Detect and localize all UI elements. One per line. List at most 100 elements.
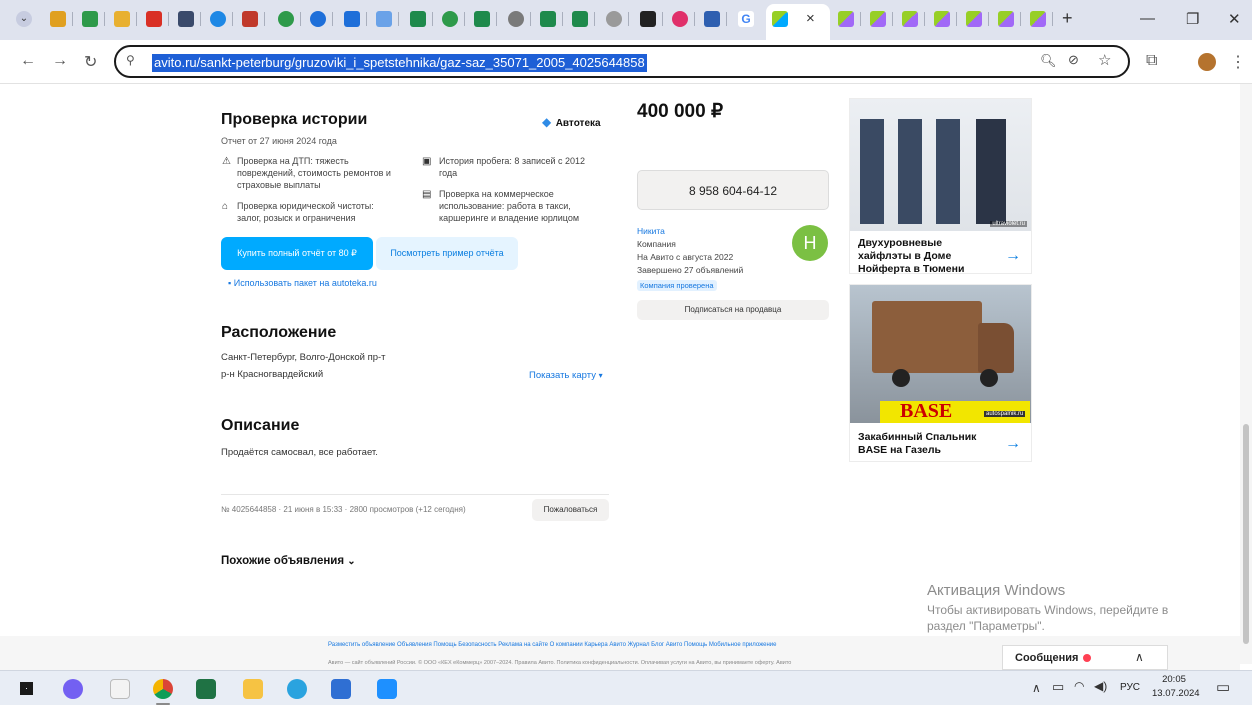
eye-off-icon[interactable]: ⊘ (1068, 52, 1079, 68)
mileage-icon: ▣ (422, 156, 432, 167)
chrome-icon[interactable] (153, 679, 173, 699)
similar-ads-toggle[interactable]: Похожие объявления ⌄ (221, 555, 356, 567)
report-button[interactable]: Пожаловаться (532, 499, 609, 521)
bookmark-star-icon[interactable]: ☆ (1098, 51, 1111, 69)
tab-favicon-avito-2[interactable] (838, 11, 854, 27)
tab-favicon-avito-6[interactable] (966, 11, 982, 27)
tab-favicon-8[interactable] (278, 11, 294, 27)
tab-favicon-10[interactable] (344, 11, 360, 27)
ad-card-1[interactable]: ultraviolet.ru Двухуровневые хайфлэты в … (849, 98, 1032, 275)
tab-favicon-19[interactable] (640, 11, 656, 27)
tab-favicon-15[interactable] (508, 11, 524, 27)
page-scrollbar[interactable] (1240, 84, 1252, 664)
scrollbar-thumb[interactable] (1243, 424, 1249, 644)
restore-button[interactable]: ❐ (1186, 10, 1199, 28)
tab-favicon-5[interactable] (178, 11, 194, 27)
forward-icon[interactable]: → (52, 52, 68, 70)
tab-favicon-13[interactable] (442, 11, 458, 27)
tab-favicon-6[interactable] (210, 11, 226, 27)
price: 400 000 ₽ (637, 101, 724, 122)
start-icon[interactable] (20, 682, 33, 695)
tab-favicon-2[interactable] (82, 11, 98, 27)
tab-favicon-avito-3[interactable] (870, 11, 886, 27)
location-address-line2: р-н Красногвардейский (221, 369, 324, 380)
history-date: Отчет от 27 июня 2024 года (221, 136, 337, 146)
extensions-icon[interactable]: ⧉ (1146, 52, 1157, 70)
tab-favicon-3[interactable] (114, 11, 130, 27)
tab-favicon-9[interactable] (310, 11, 326, 27)
footer-links-text[interactable]: Разместить объявление Объявления Помощь … (328, 642, 776, 648)
language-indicator[interactable]: РУС (1120, 682, 1140, 693)
tab-favicon-avito-4[interactable] (902, 11, 918, 27)
chevron-up-icon[interactable]: ∧ (1135, 650, 1144, 664)
tab-favicon-21[interactable] (704, 11, 720, 27)
phone-button[interactable]: 8 958 604-64-12 (637, 170, 829, 210)
active-tab-favicon (772, 11, 788, 27)
tab-favicon-4[interactable] (146, 11, 162, 27)
reload-icon[interactable]: ↻ (84, 52, 97, 72)
history-title: Проверка истории (221, 111, 368, 128)
sample-report-button[interactable]: Посмотреть пример отчёта (376, 237, 518, 270)
show-map-link[interactable]: Показать карту ▾ (529, 370, 603, 381)
active-tab[interactable]: × (766, 4, 830, 40)
subscribe-button[interactable]: Подписаться на продавца (637, 300, 829, 320)
site-settings-icon[interactable]: ⚲ (126, 53, 135, 67)
tab-favicon-1[interactable] (50, 11, 66, 27)
legal-icon: ⌂ (222, 201, 229, 212)
tab-favicon-12[interactable] (410, 11, 426, 27)
activation-title: Активация Windows (927, 582, 1066, 599)
tab-favicon-avito-8[interactable] (1030, 11, 1046, 27)
ad-image-caption: ultraviolet.ru (990, 221, 1027, 227)
close-window-button[interactable]: ✕ (1228, 10, 1241, 28)
volume-icon[interactable]: ◀) (1094, 679, 1107, 693)
autoteka-brand: Автотека (555, 118, 601, 129)
package-link[interactable]: ▪ Использовать пакет на autoteka.ru (228, 278, 377, 288)
autoteka-logo[interactable]: ◆ Автотека (542, 113, 601, 131)
app-icon[interactable] (110, 679, 130, 699)
tab-favicon-avito-5[interactable] (934, 11, 950, 27)
seller-avatar[interactable]: Н (792, 225, 828, 261)
address-bar[interactable]: ⚲ avito.ru/sankt-peterburg/gruzoviki_i_s… (114, 45, 1130, 78)
tab-favicon-11[interactable] (376, 11, 392, 27)
tab-favicon-18[interactable] (606, 11, 622, 27)
tab-favicon-google[interactable]: G (738, 11, 754, 27)
battery-icon[interactable]: ▭ (1052, 679, 1064, 695)
tab-favicon-7[interactable] (242, 11, 258, 27)
feature-crash: Проверка на ДТП: тяжесть повреждений, ст… (237, 156, 391, 190)
listing-meta: № 4025644858 · 21 июня в 15:33 · 2800 пр… (221, 505, 466, 514)
back-icon[interactable]: ← (20, 52, 36, 70)
seller-name[interactable]: Никита (637, 226, 665, 236)
description-title: Описание (221, 417, 300, 434)
messages-panel[interactable]: Сообщения ∧ (1002, 645, 1168, 670)
notes-icon[interactable] (331, 679, 351, 699)
tab-favicon-avito-7[interactable] (998, 11, 1014, 27)
photos-icon[interactable] (377, 679, 397, 699)
tray-chevron-icon[interactable]: ∧ (1032, 681, 1041, 695)
location-title: Расположение (221, 324, 337, 341)
seller-completed: Завершено 27 объявлений (637, 265, 744, 275)
file-explorer-icon[interactable] (243, 679, 263, 699)
telegram-icon[interactable] (287, 679, 307, 699)
notification-icon[interactable]: ▭ (1216, 678, 1230, 696)
url-text[interactable]: avito.ru/sankt-peterburg/gruzoviki_i_spe… (152, 54, 647, 72)
clock[interactable]: 20:05 13.07.2024 (1152, 673, 1200, 701)
excel-icon[interactable] (196, 679, 216, 699)
ad-image-building: ultraviolet.ru (850, 99, 1031, 231)
tab-favicon-17[interactable] (572, 11, 588, 27)
tab-favicon-20[interactable] (672, 11, 688, 27)
tab-favicon-16[interactable] (540, 11, 556, 27)
footer-legal-text: Авито — сайт объявлений России. © ООО «К… (328, 660, 792, 666)
new-tab-button[interactable]: + (1062, 8, 1073, 29)
tab-favicon-14[interactable] (474, 11, 490, 27)
tab-search-icon[interactable]: ⌄ (16, 11, 32, 27)
profile-avatar[interactable] (1198, 53, 1216, 71)
minimize-button[interactable]: — (1140, 10, 1155, 27)
menu-icon[interactable]: ⋮ (1230, 52, 1246, 72)
tab-close-icon[interactable]: × (806, 10, 815, 27)
chevron-down-icon: ⌄ (347, 556, 356, 567)
zoom-icon[interactable]: 🔍︎ (1040, 53, 1057, 69)
buy-report-button[interactable]: Купить полный отчёт от 80 ₽ (221, 237, 373, 270)
viber-icon[interactable] (63, 679, 83, 699)
ad-card-2[interactable]: BASE autospalnik.ru Закабинный Спальник … (849, 284, 1032, 462)
wifi-icon[interactable]: ◠ (1074, 679, 1084, 693)
